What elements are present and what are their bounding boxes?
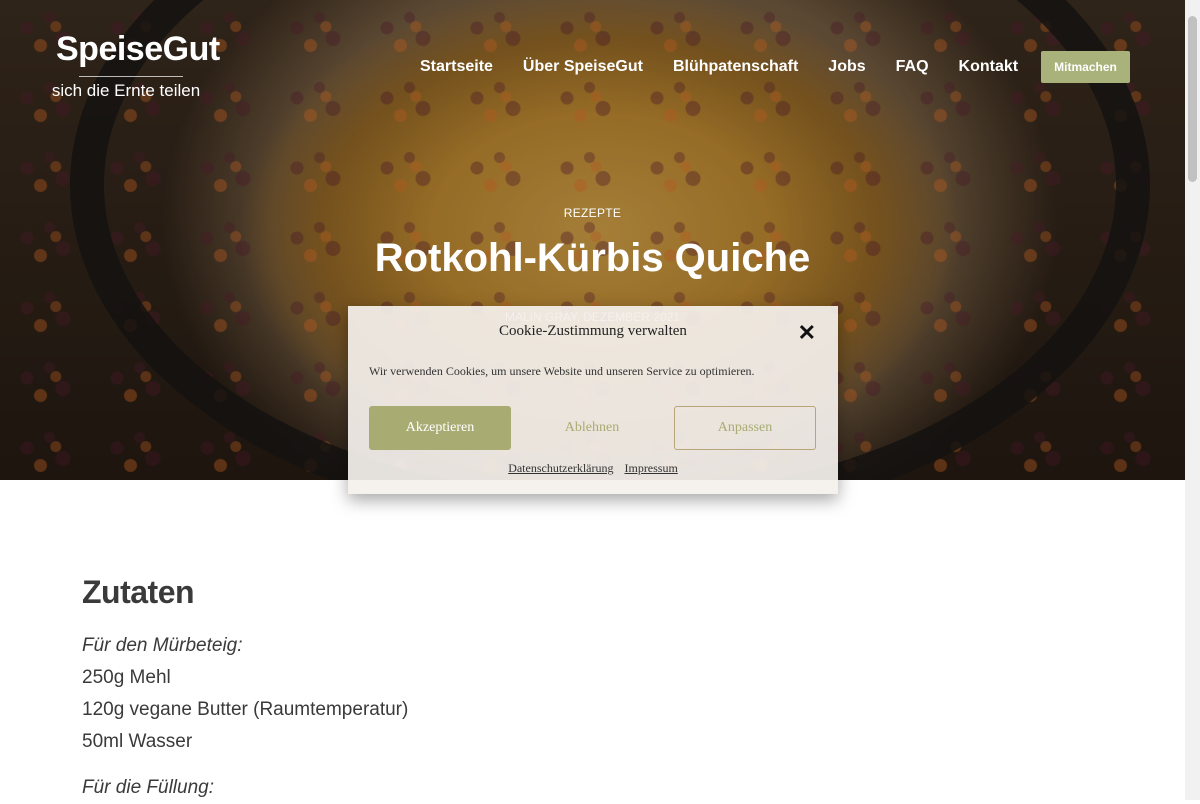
cookie-consent-dialog: Cookie-Zustimmung verwalten ✕ Wir verwen… (348, 306, 838, 494)
scrollbar-thumb[interactable] (1188, 16, 1197, 182)
recipe-content: Zutaten Für den Mürbeteig: 250g Mehl 120… (82, 572, 982, 804)
decline-cookies-button[interactable]: Ablehnen (521, 406, 663, 450)
main-navigation: Startseite Über SpeiseGut Blühpatenschaf… (420, 56, 1090, 78)
ingredient-item: 250g Mehl (82, 667, 171, 688)
site-logo[interactable]: SpeiseGut sich die Ernte teilen (52, 28, 220, 103)
cookie-links: Datenschutzerklärung Impressum (348, 461, 838, 476)
privacy-policy-link[interactable]: Datenschutzerklärung (508, 461, 613, 475)
accept-cookies-button[interactable]: Akzeptieren (369, 406, 511, 450)
customize-cookies-button[interactable]: Anpassen (674, 406, 816, 450)
mitmachen-button[interactable]: Mitmachen (1041, 51, 1130, 83)
site-name[interactable]: SpeiseGut (56, 28, 220, 70)
nav-item-ueber-speisegut[interactable]: Über SpeiseGut (523, 56, 643, 78)
page-scrollbar[interactable] (1185, 0, 1200, 800)
nav-item-bluehpatenschaft[interactable]: Blühpatenschaft (673, 56, 798, 78)
post-category[interactable]: REZEPTE (0, 206, 1185, 220)
ingredient-item: 120g vegane Butter (Raumtemperatur) (82, 699, 409, 720)
nav-item-kontakt[interactable]: Kontakt (959, 56, 1019, 78)
site-tagline: sich die Ernte teilen (51, 81, 201, 100)
ingredient-item: 50ml Wasser (82, 731, 193, 752)
cookie-dialog-text: Wir verwenden Cookies, um unsere Website… (369, 364, 755, 378)
logo-divider (79, 76, 183, 77)
nav-item-jobs[interactable]: Jobs (828, 56, 865, 78)
cookie-dialog-title: Cookie-Zustimmung verwalten (499, 323, 687, 339)
filling-section-title: Für die Füllung: (82, 777, 215, 798)
nav-item-faq[interactable]: FAQ (896, 56, 929, 78)
page-title: Rotkohl-Kürbis Quiche (374, 236, 811, 280)
close-icon[interactable]: ✕ (798, 322, 816, 344)
ingredients-heading: Zutaten (82, 574, 195, 610)
imprint-link[interactable]: Impressum (624, 461, 677, 475)
dough-section-title: Für den Mürbeteig: (82, 635, 243, 656)
nav-item-startseite[interactable]: Startseite (420, 56, 493, 78)
